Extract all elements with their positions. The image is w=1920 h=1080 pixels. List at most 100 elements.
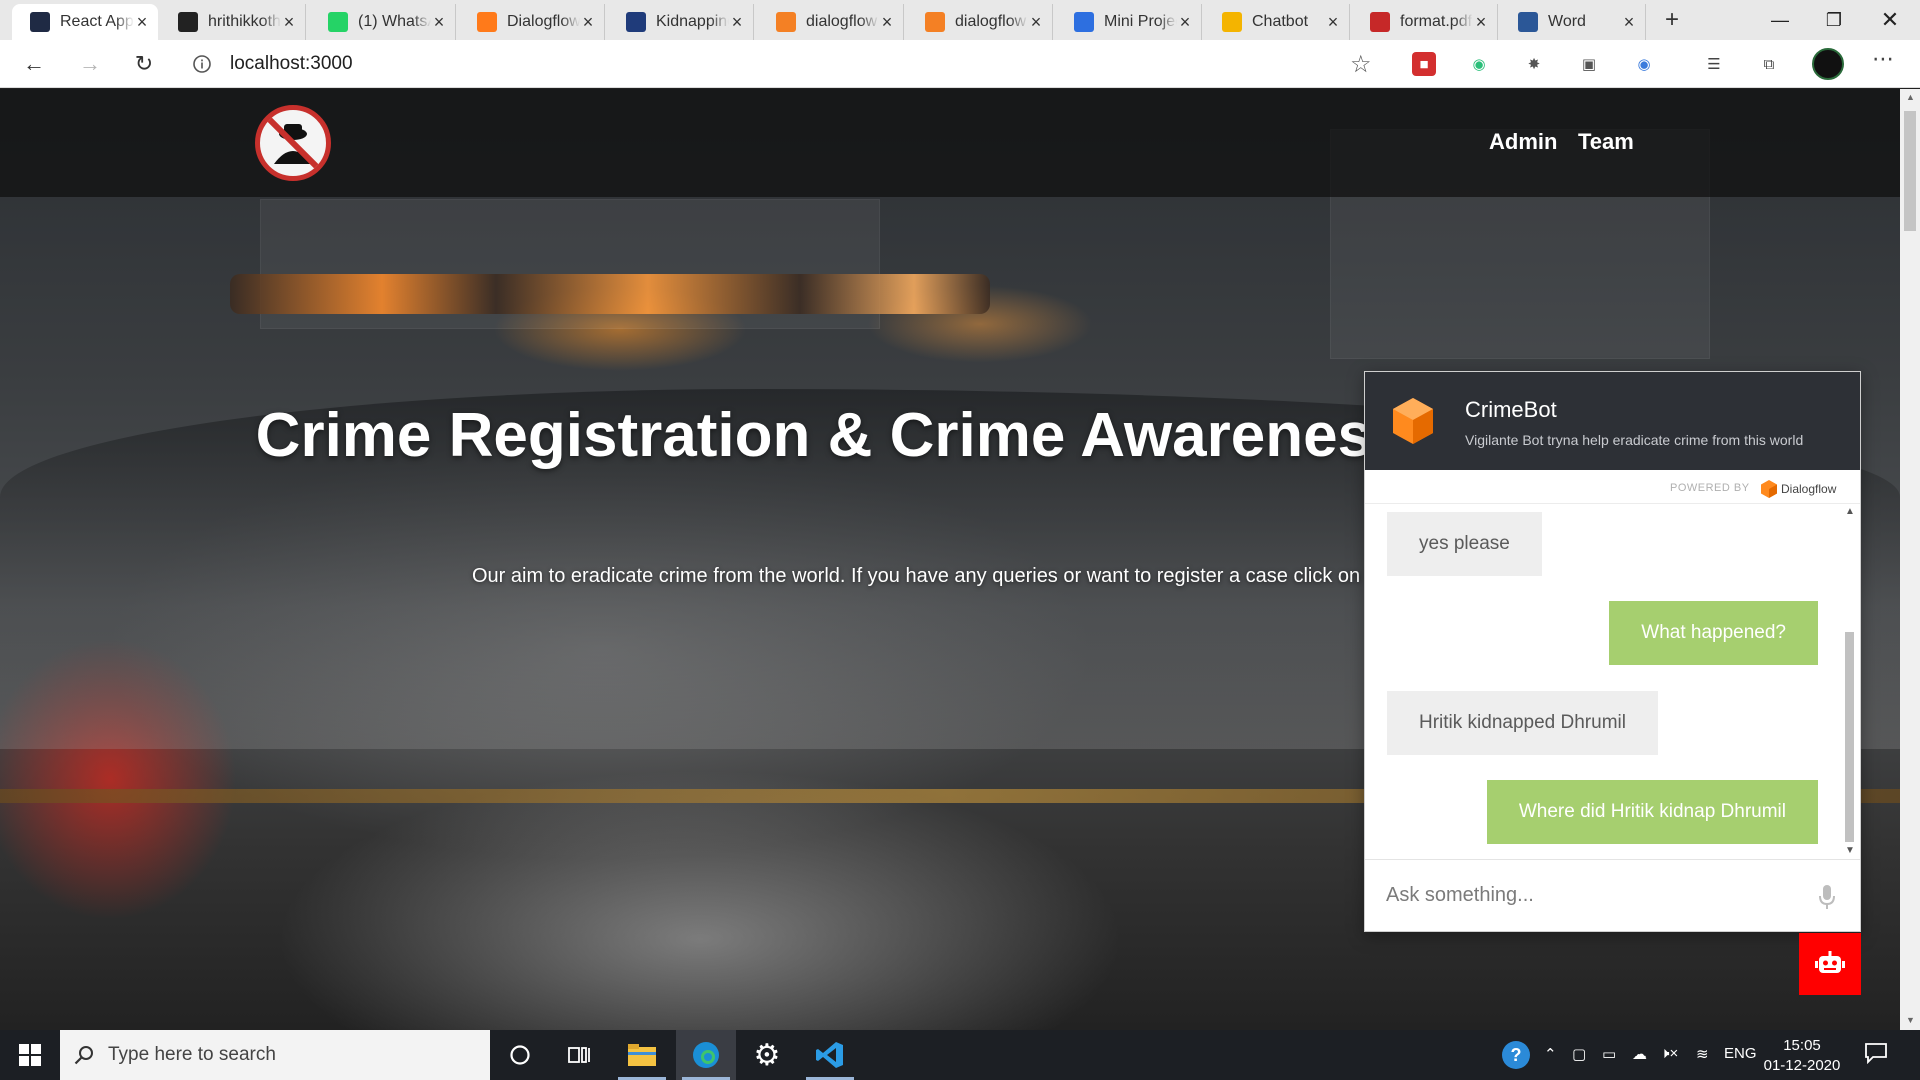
close-tab-icon[interactable]: × <box>1621 12 1637 33</box>
chatbot-toggle-button[interactable] <box>1799 933 1861 995</box>
volume-muted-icon[interactable]: 🕨× <box>1660 1045 1678 1062</box>
browser-tab[interactable]: hrithikkothari× <box>160 4 306 40</box>
taskbar-clock[interactable]: 15:05 01-12-2020 <box>1762 1036 1842 1076</box>
cortana-circle-icon <box>510 1045 530 1065</box>
scroll-down-arrow-icon[interactable]: ▼ <box>1845 845 1855 856</box>
browser-tab[interactable]: Mini Project× <box>1056 4 1202 40</box>
chatbot-description: Vigilante Bot tryna help eradicate crime… <box>1465 432 1804 448</box>
clock-date: 01-12-2020 <box>1763 1057 1841 1074</box>
taskbar-settings[interactable]: ⚙ <box>737 1030 797 1080</box>
browser-tab-label: (1) WhatsApp <box>358 13 431 30</box>
github-icon <box>178 12 198 32</box>
dialogflow-brand-label: Dialogflow <box>1781 482 1837 496</box>
browser-tab[interactable]: React App × <box>12 4 158 40</box>
language-indicator[interactable]: ENG <box>1724 1045 1757 1062</box>
whatsapp-icon <box>328 12 348 32</box>
site-logo[interactable] <box>255 105 331 181</box>
collections-icon[interactable]: ⧉ <box>1757 52 1781 76</box>
browser-tab[interactable]: Dialogflow × <box>459 4 605 40</box>
taskbar-edge[interactable] <box>676 1030 736 1080</box>
task-view-button[interactable] <box>550 1030 610 1080</box>
chatbot-header: CrimeBot Vigilante Bot tryna help eradic… <box>1365 372 1860 470</box>
minimize-button[interactable]: — <box>1752 0 1808 40</box>
browser-tab[interactable]: Kidnapping × <box>608 4 754 40</box>
nav-link-admin[interactable]: Admin <box>1489 129 1557 155</box>
folder-icon <box>628 1044 656 1066</box>
cortana-button[interactable] <box>490 1030 550 1080</box>
page-scroll-up-icon[interactable]: ▲ <box>1906 92 1915 102</box>
page-scrollbar-thumb[interactable] <box>1904 111 1916 231</box>
taskbar-search-box[interactable]: Type here to search <box>60 1030 490 1080</box>
browser-tab[interactable]: dialogflow × <box>758 4 904 40</box>
dialogflow-brand: Dialogflow <box>1761 480 1836 498</box>
close-tab-icon[interactable]: × <box>1473 12 1489 33</box>
edge-browser-icon <box>693 1042 719 1068</box>
search-icon <box>74 1046 93 1065</box>
extension-green-icon[interactable]: ◉ <box>1467 52 1491 76</box>
chat-scrollbar[interactable]: ▲ ▼ <box>1842 504 1858 859</box>
taskbar-search-placeholder: Type here to search <box>108 1044 276 1065</box>
favorites-icon[interactable]: ☰ <box>1702 52 1726 76</box>
browser-tab[interactable]: dialogflow × <box>907 4 1053 40</box>
pdf-icon <box>1370 12 1390 32</box>
address-bar[interactable]: localhost:3000 <box>180 46 1390 82</box>
chat-scrollbar-thumb[interactable] <box>1845 632 1854 842</box>
scroll-up-arrow-icon[interactable]: ▲ <box>1845 506 1855 517</box>
nav-link-team[interactable]: Team <box>1578 129 1634 155</box>
profile-avatar[interactable] <box>1812 48 1844 80</box>
close-tab-icon[interactable]: × <box>879 12 895 33</box>
extension-capture-icon[interactable]: ▣ <box>1577 52 1601 76</box>
microphone-icon[interactable] <box>1818 884 1836 910</box>
robot-icon <box>1815 951 1845 973</box>
chat-input-bar: Ask something... <box>1365 859 1860 931</box>
new-tab-button[interactable]: + <box>1656 4 1688 36</box>
favorite-star-icon[interactable]: ☆ <box>1350 50 1372 79</box>
forward-button[interactable]: → <box>74 48 106 80</box>
jira-icon <box>626 12 646 32</box>
close-tab-icon[interactable]: × <box>431 12 447 33</box>
close-tab-icon[interactable]: × <box>580 12 596 33</box>
browser-tab-label: Chatbot <box>1252 13 1309 30</box>
close-tab-icon[interactable]: × <box>729 12 745 33</box>
chat-input-field[interactable]: Ask something... <box>1386 884 1534 907</box>
reload-button[interactable]: ↻ <box>128 48 160 80</box>
maximize-button[interactable]: ❐ <box>1806 0 1862 40</box>
device-icon[interactable]: ▢ <box>1572 1045 1586 1063</box>
react-icon <box>30 12 50 32</box>
battery-icon[interactable]: ▭ <box>1602 1045 1616 1063</box>
browser-toolbar: ← → ↻ localhost:3000 ☆ ■ ◉ ✸ ▣ ◉ ☰ ⧉ ⋯ <box>0 40 1920 88</box>
start-button[interactable] <box>0 1030 60 1080</box>
taskbar-vscode[interactable] <box>800 1030 860 1080</box>
close-tab-icon[interactable]: × <box>1028 12 1044 33</box>
help-icon[interactable]: ? <box>1502 1041 1530 1069</box>
page-scrollbar[interactable]: ▲ ▼ <box>1900 89 1920 1030</box>
close-tab-icon[interactable]: × <box>134 12 150 33</box>
dialogflow-icon <box>477 12 497 32</box>
extension-camera-icon[interactable]: ◉ <box>1632 52 1656 76</box>
page-scroll-down-icon[interactable]: ▼ <box>1906 1015 1915 1025</box>
browser-tab[interactable]: Chatbot × <box>1204 4 1350 40</box>
browser-tab[interactable]: (1) WhatsApp× <box>310 4 456 40</box>
extension-red-icon[interactable]: ■ <box>1412 52 1436 76</box>
extension-bug-icon[interactable]: ✸ <box>1522 52 1546 76</box>
browser-tab[interactable]: Word × <box>1500 4 1646 40</box>
clock-time: 15:05 <box>1783 1037 1821 1054</box>
onedrive-cloud-icon[interactable]: ☁ <box>1632 1045 1647 1063</box>
notification-center-icon[interactable] <box>1864 1042 1890 1066</box>
browser-tab-label: Mini Project <box>1104 13 1177 30</box>
spy-logo-icon <box>263 113 323 173</box>
word-icon <box>1518 12 1538 32</box>
menu-more-icon[interactable]: ⋯ <box>1872 46 1894 72</box>
close-tab-icon[interactable]: × <box>1177 12 1193 33</box>
close-window-button[interactable]: ✕ <box>1862 0 1918 40</box>
show-hidden-icons-chevron-icon[interactable]: ⌃ <box>1544 1045 1557 1063</box>
close-tab-icon[interactable]: × <box>281 12 297 33</box>
close-tab-icon[interactable]: × <box>1325 12 1341 33</box>
chat-message-list: yes please What happened? Hritik kidnapp… <box>1365 504 1860 859</box>
site-navbar: Admin Team <box>0 89 1900 197</box>
back-button[interactable]: ← <box>18 48 50 80</box>
site-info-icon[interactable] <box>192 54 212 74</box>
browser-tab[interactable]: format.pdf × <box>1352 4 1498 40</box>
wifi-icon[interactable]: ≋ <box>1696 1045 1709 1063</box>
taskbar-file-explorer[interactable] <box>612 1030 672 1080</box>
